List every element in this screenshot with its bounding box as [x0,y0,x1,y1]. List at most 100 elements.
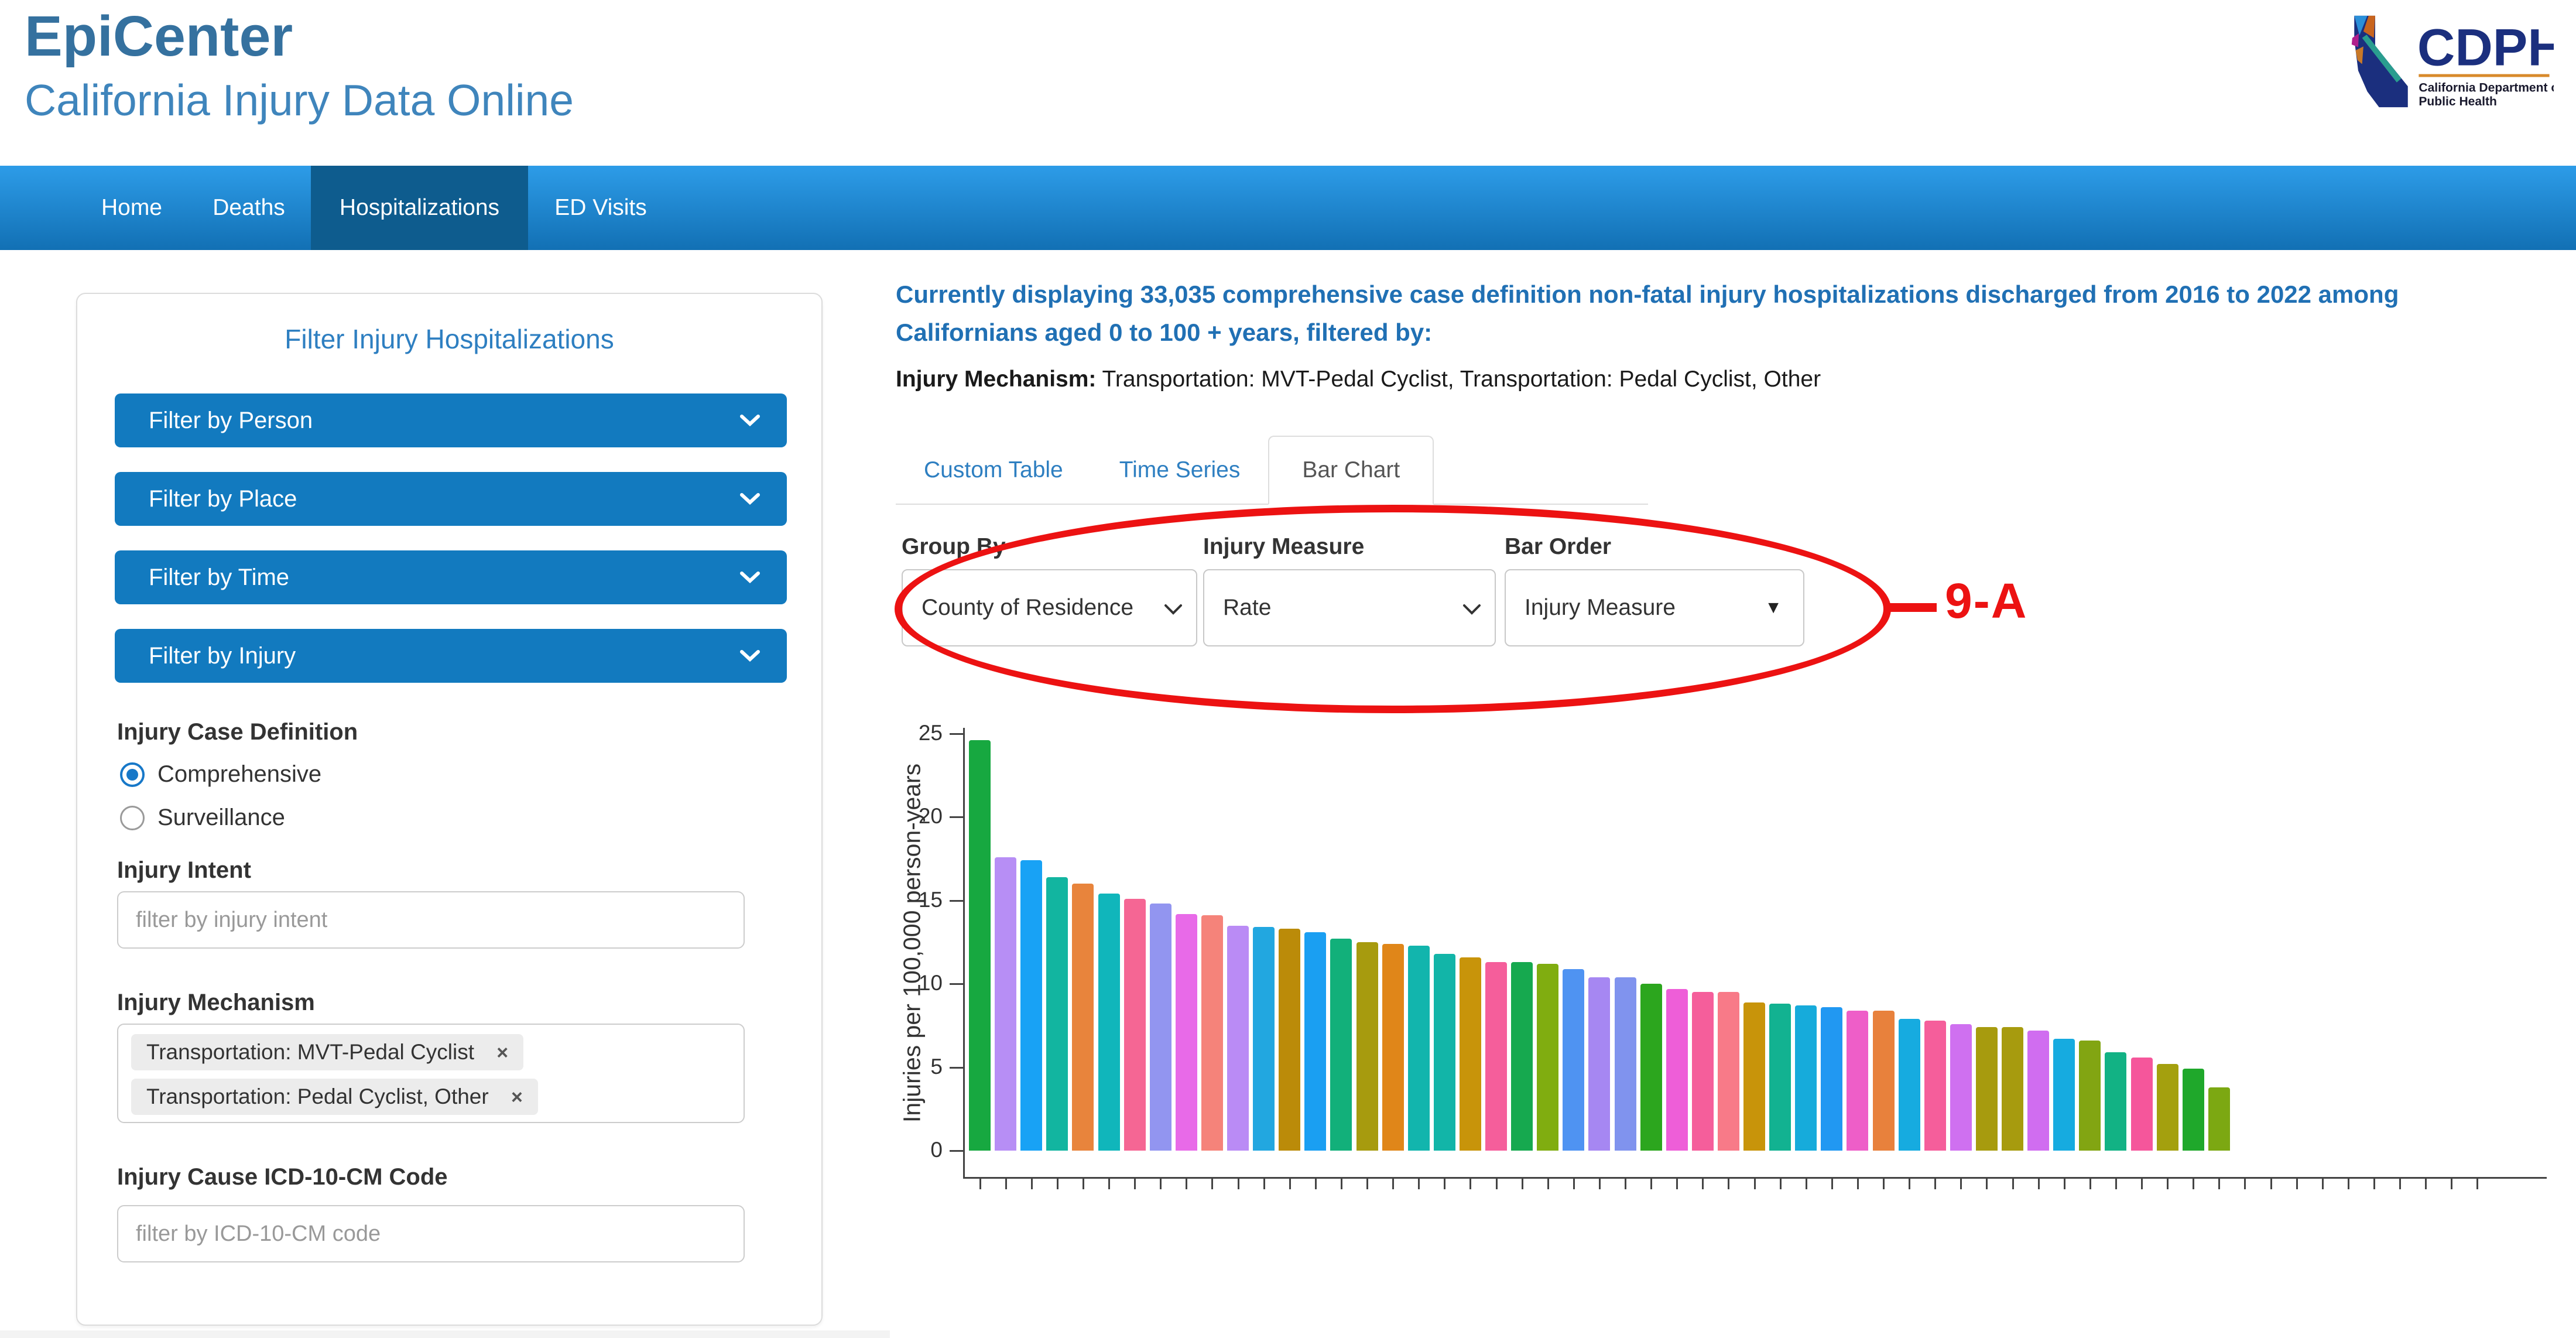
x-tick-mark [2167,1179,2169,1189]
bar-glenn [2002,1027,2023,1151]
x-tick-mark [1728,1179,1729,1189]
page-background-strip [0,1330,890,1338]
icd-code-input[interactable] [117,1205,745,1262]
x-tick-mark [1392,1179,1394,1189]
bar-san-benito [1899,1019,1920,1151]
bar-tulare [2131,1058,2153,1151]
bar-san-joaquin [1821,1007,1842,1151]
tag-label: Transportation: MVT-Pedal Cyclist [146,1040,474,1064]
injury-intent-input[interactable] [117,891,745,949]
case-definition-label: Injury Case Definition [117,719,358,745]
y-tick-label: 10 [877,971,943,995]
injury-intent-label: Injury Intent [117,857,251,884]
x-tick-mark [1599,1179,1601,1189]
injury-mechanism-label: Injury Mechanism [117,990,315,1016]
tab-time-series[interactable]: Time Series [1091,437,1269,504]
nav-item-ed-visits[interactable]: ED Visits [536,166,665,250]
x-tick-mark [1522,1179,1523,1189]
annotation-label: 9-A [1945,573,2027,629]
bar-butte [1072,884,1094,1151]
radio-unselected-icon[interactable] [120,806,145,830]
injury-mechanism-box[interactable]: Transportation: MVT-Pedal Cyclist × Tran… [117,1024,745,1123]
x-tick-mark [1315,1179,1317,1189]
bar-el-dorado [1279,929,1300,1151]
y-tick-label: 20 [877,804,943,829]
bar-napa [1434,954,1455,1151]
bar-lake [1537,964,1558,1151]
x-tick-mark [1031,1179,1033,1189]
x-tick-mark [1702,1179,1704,1189]
x-tick-mark [1650,1179,1652,1189]
cdph-org-line2: Public Health [2419,95,2497,108]
bar-nevada [1046,877,1068,1151]
accordion-filter-by-time[interactable]: Filter by Time [115,550,787,604]
x-tick-mark [2012,1179,2014,1189]
bar-riverside [1795,1005,1817,1151]
bar-amador [1873,1011,1895,1151]
bar-kern [2079,1041,2101,1151]
x-tick-mark [2322,1179,2324,1189]
bar-imperial [2157,1064,2178,1151]
y-axis-title: Injuries per 100,000 person-years [895,726,930,1159]
accordion-filter-by-place[interactable]: Filter by Place [115,472,787,526]
app-title: EpiCenter [25,4,293,69]
cdph-org-line1: California Department of [2419,81,2554,94]
x-tick-mark [1005,1179,1007,1189]
bar-del-norte [1743,1002,1765,1151]
nav-item-deaths[interactable]: Deaths [193,166,304,250]
results-summary: Currently displaying 33,035 comprehensiv… [896,275,2529,351]
bar-stanislaus [1847,1011,1868,1151]
bar-monterey [1769,1004,1791,1151]
bar-shasta [1227,926,1249,1151]
bar-marin [969,740,991,1151]
x-tick-mark [1289,1179,1291,1189]
x-tick-mark [979,1179,981,1189]
applied-filter-label: Injury Mechanism: [896,367,1096,392]
x-tick-mark [2115,1179,2117,1189]
bar-sutter [1666,989,1688,1151]
x-tick-mark [1754,1179,1756,1189]
accordion-label: Filter by Place [149,486,297,512]
bar-merced [2105,1052,2126,1151]
bar-san-luis-obispo [1563,969,1584,1151]
radio-selected-icon[interactable] [120,762,145,787]
y-tick-label: 15 [877,888,943,912]
x-tick-mark [2296,1179,2298,1189]
mechanism-tag: Transportation: MVT-Pedal Cyclist × [131,1034,523,1070]
x-tick-mark [2089,1179,2091,1189]
bar-humboldt [1356,942,1378,1151]
bar-sonoma [1176,914,1197,1151]
x-tick-mark [1211,1179,1213,1189]
x-tick-mark [1238,1179,1239,1189]
accordion-filter-by-injury[interactable]: Filter by Injury [115,629,787,683]
x-tick-mark [1780,1179,1782,1189]
x-tick-mark [2399,1179,2401,1189]
nav-item-home[interactable]: Home [82,166,181,250]
remove-tag-icon[interactable]: × [511,1086,523,1109]
x-tick-mark [1341,1179,1342,1189]
main-navbar: Home Deaths Hospitalizations ED Visits [0,166,2576,250]
x-tick-mark [1625,1179,1626,1189]
bar-mendocino [1511,962,1533,1151]
cdph-underline [2419,74,2549,77]
x-tick-mark [1496,1179,1498,1189]
x-tick-mark [1263,1179,1265,1189]
x-tick-mark [1857,1179,1859,1189]
remove-tag-icon[interactable]: × [496,1042,508,1065]
x-tick-mark [2064,1179,2065,1189]
x-tick-mark [2451,1179,2452,1189]
tab-bar-chart[interactable]: Bar Chart [1268,436,1434,505]
tab-custom-table[interactable]: Custom Table [896,437,1091,504]
bar-santa-barbara [1150,904,1171,1151]
y-tick-mark [950,733,963,735]
annotation-connector-line [1888,603,1937,612]
cdph-logo[interactable]: CDPH California Department of Public Hea… [2336,13,2554,108]
bar-solano [2027,1031,2049,1151]
nav-item-hospitalizations[interactable]: Hospitalizations [311,166,528,250]
x-tick-mark [2244,1179,2246,1189]
bar-alameda [1201,915,1223,1151]
radio-label: Comprehensive [157,761,321,788]
accordion-filter-by-person[interactable]: Filter by Person [115,393,787,447]
bar-fresno [1976,1027,1998,1151]
x-tick-mark [1366,1179,1368,1189]
